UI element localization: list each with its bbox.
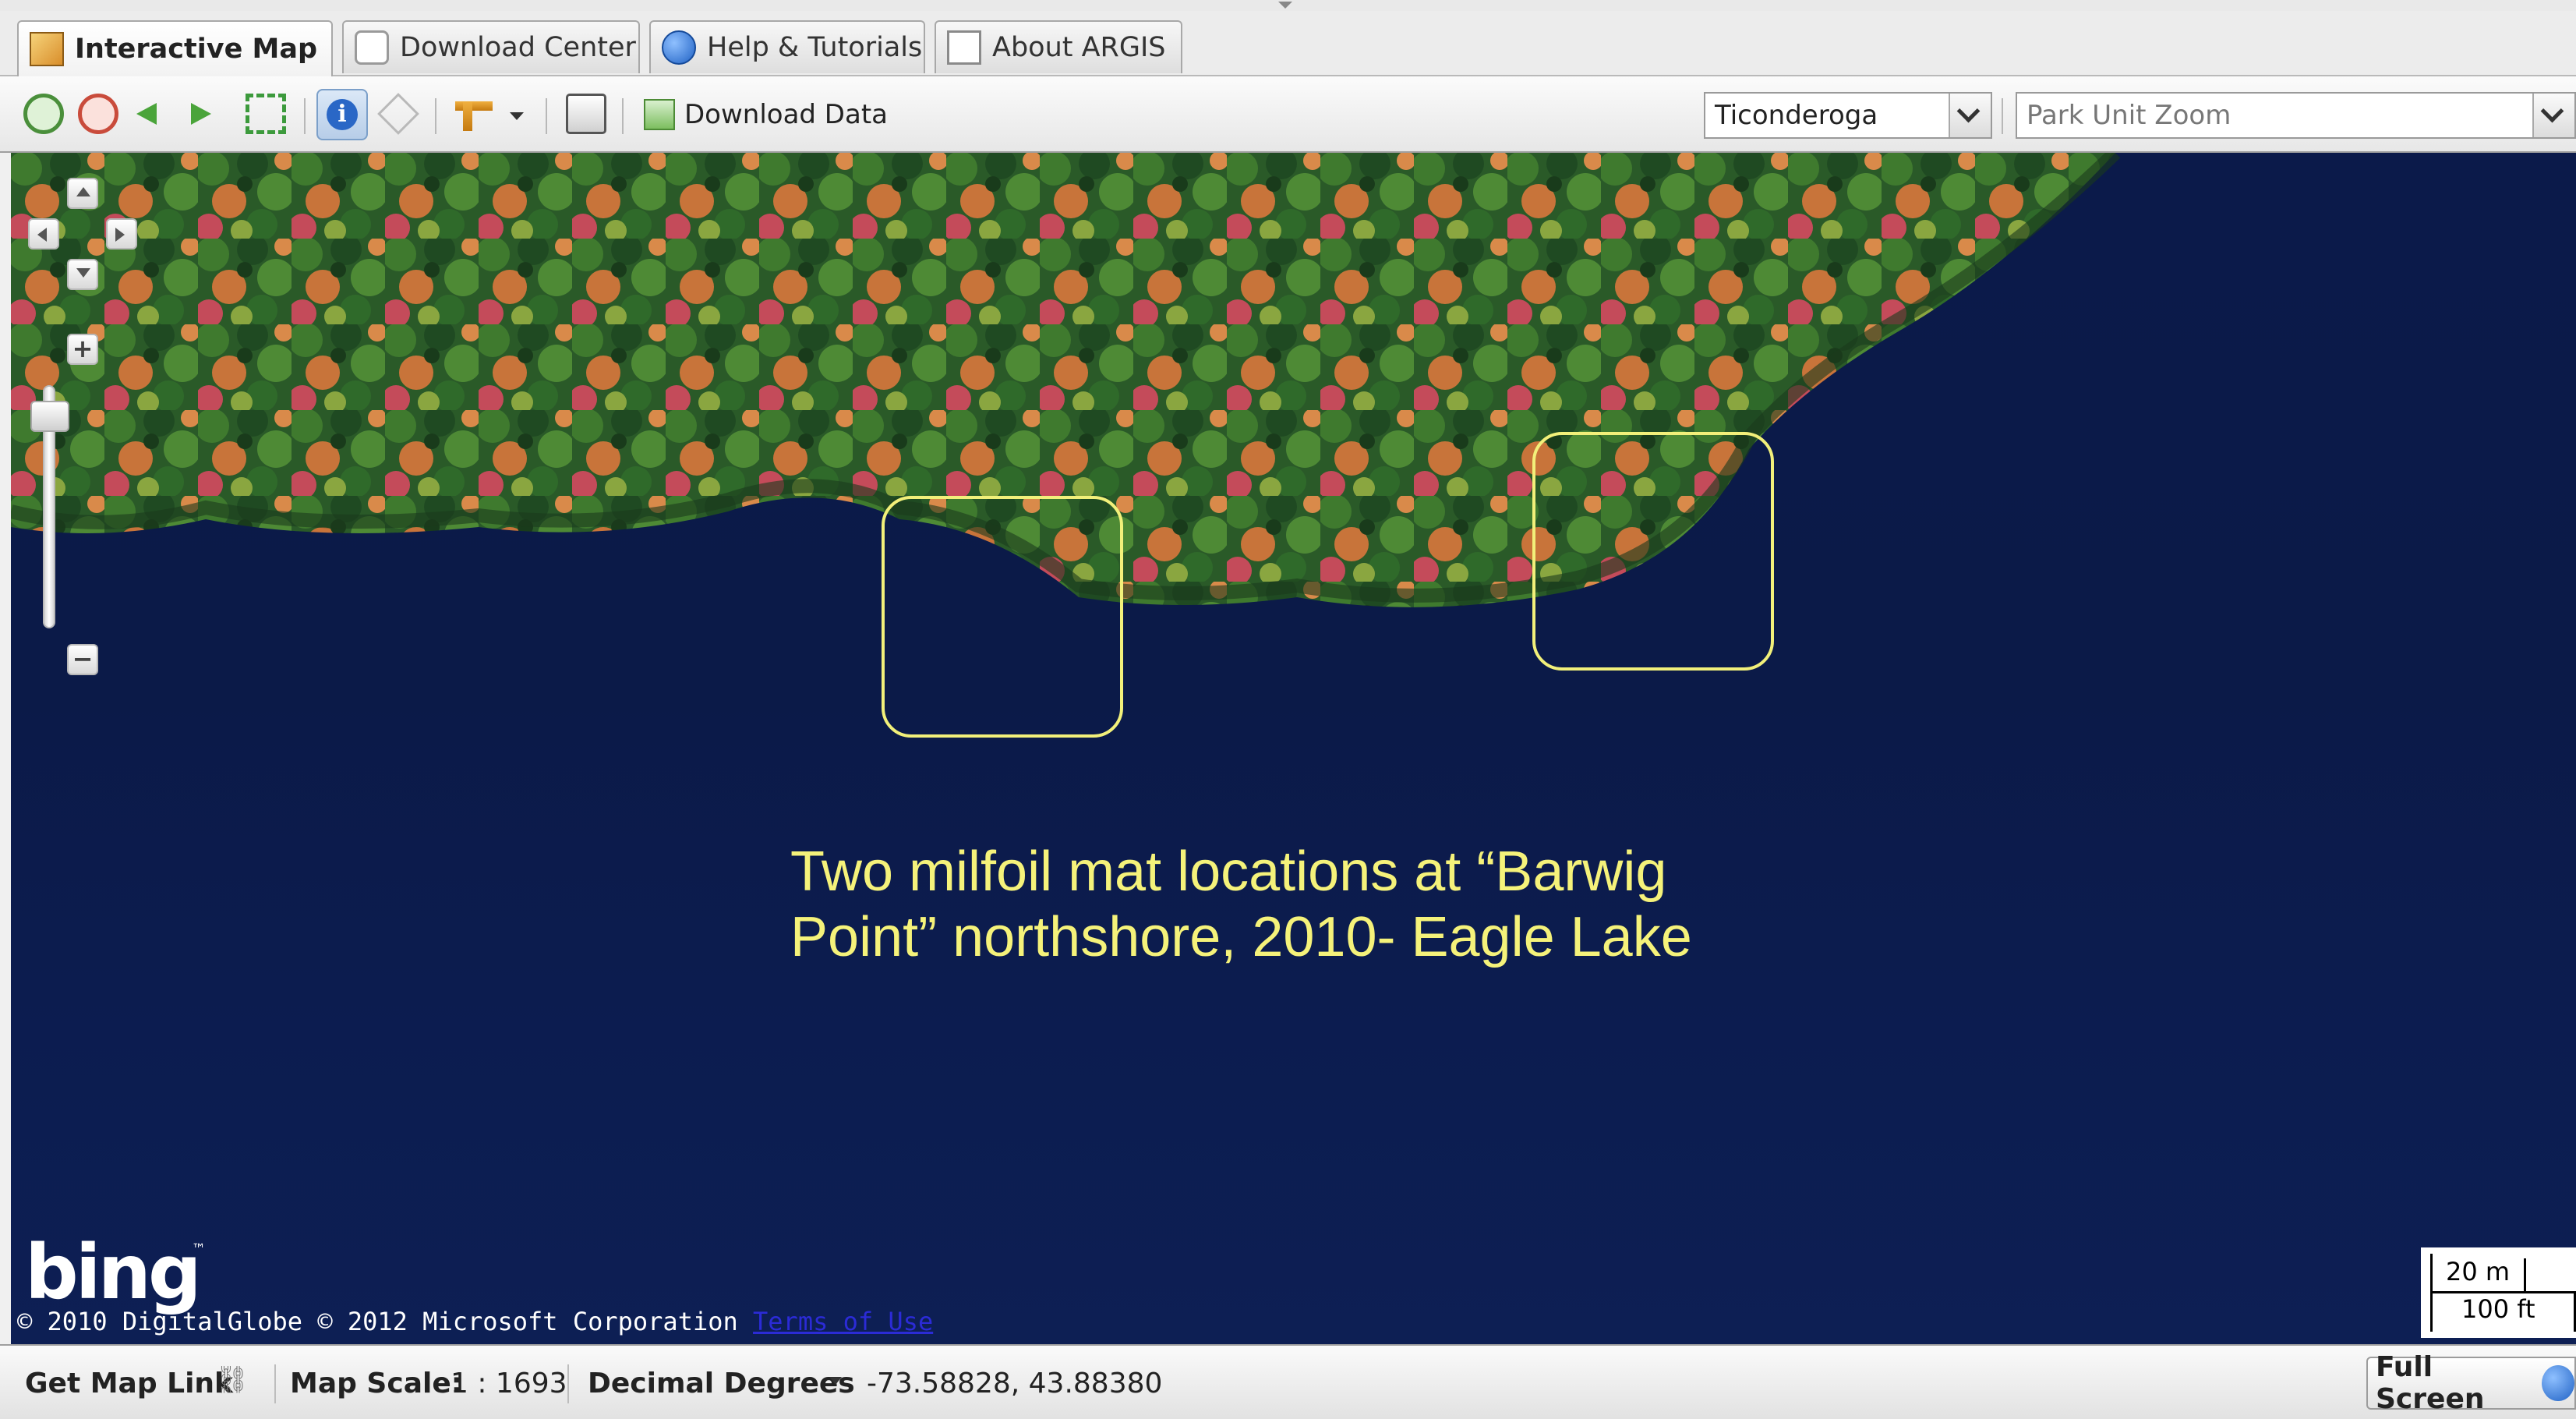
park-unit-zoom-placeholder: Park Unit Zoom [2027,100,2231,131]
town-select-value: Ticonderoga [1715,100,1878,131]
chevron-down-icon[interactable] [2532,94,2574,137]
tab-label: Interactive Map [75,34,318,65]
cursor-coordinates: -73.58828, 43.88380 [867,1368,1163,1400]
tab-label: Help & Tutorials [707,32,923,63]
measure-icon[interactable] [455,101,493,111]
measure-icon-stem [463,101,472,131]
scale-bar: 20 m 100 ft [2421,1247,2576,1338]
milfoil-mat-highlight-1 [882,496,1123,738]
status-bar: Get Map Link ⛓ Map Scale: 1 : 1693 Decim… [0,1344,2576,1419]
map-scale-label: Map Scale: [290,1368,463,1400]
map-toolbar: i Download Data Ticonderoga Park Unit Zo… [0,76,2576,153]
map-scale-value: 1 : 1693 [451,1368,567,1400]
full-screen-label: Full Screen [2376,1351,2485,1415]
scale-metric: 20 m [2446,1257,2511,1286]
pan-up-button[interactable] [67,178,98,209]
toolbar-separator [2002,98,2003,134]
map-icon [30,32,64,66]
bing-trademark: ™ [192,1241,206,1258]
toolbar-separator [304,98,306,134]
tab-interactive-map[interactable]: Interactive Map [17,20,333,76]
download-data-label: Download Data [684,99,888,130]
tab-bar: Interactive Map Download Center Help & T… [0,11,2576,76]
collapse-handle-icon[interactable] [1278,2,1292,9]
coordinate-format-dropdown[interactable]: Decimal Degrees [588,1368,855,1400]
tab-help-tutorials[interactable]: Help & Tutorials [649,20,925,73]
pan-down-button[interactable] [67,259,98,290]
zoom-slider-thumb[interactable] [30,401,69,432]
get-map-link-button[interactable]: Get Map Link [25,1368,233,1400]
forest-shoreline-imagery [11,153,2121,607]
zoom-out-icon[interactable] [78,94,118,134]
zoom-out-button[interactable]: − [67,644,98,675]
toolbar-separator [546,98,547,134]
measure-dropdown-icon[interactable] [510,112,524,120]
toolbar-separator [622,98,624,134]
download-data-button[interactable]: Download Data [644,95,888,134]
full-screen-button[interactable]: Full Screen [2366,1351,2576,1415]
toolbar-separator [435,98,436,134]
map-view[interactable]: + − Two milfoil mat locations at “Barwig… [11,153,2576,1344]
full-extent-icon[interactable] [246,94,286,134]
info-icon: i [327,99,358,130]
pan-left-button[interactable] [28,218,59,249]
tab-about-argis[interactable]: About ARGIS [935,20,1182,73]
milfoil-mat-highlight-2 [1532,432,1774,671]
download-data-icon [644,99,675,130]
link-icon[interactable]: ⛓ [215,1364,249,1396]
map-annotation-text: Two milfoil mat locations at “Barwig Poi… [790,840,1692,968]
tab-download-center[interactable]: Download Center [342,20,640,73]
status-separator [567,1364,569,1403]
scale-imperial: 100 ft [2461,1294,2535,1324]
document-icon [947,30,981,65]
status-separator [274,1364,276,1403]
map-copyright: © 2010 DigitalGlobe © 2012 Microsoft Cor… [17,1307,933,1336]
scale-line [2430,1291,2574,1293]
scale-tick [2524,1258,2526,1293]
tab-label: About ARGIS [992,32,1166,63]
eraser-icon[interactable] [377,93,419,135]
help-icon [662,30,696,65]
zoom-in-button[interactable]: + [67,334,98,365]
zoom-in-icon[interactable] [23,94,64,134]
identify-button[interactable]: i [316,89,368,140]
print-icon[interactable] [566,94,606,134]
forward-arrow-icon[interactable] [191,103,211,125]
download-center-icon [355,30,389,65]
park-unit-zoom-select[interactable]: Park Unit Zoom [2016,92,2576,139]
copyright-text: © 2010 DigitalGlobe © 2012 Microsoft Cor… [17,1307,738,1336]
terms-of-use-link[interactable]: Terms of Use [753,1307,933,1336]
town-select[interactable]: Ticonderoga [1704,92,1992,139]
coord-format-chevron-icon[interactable] [829,1377,842,1385]
pan-right-button[interactable] [106,218,137,249]
bing-logo: bing [25,1229,202,1316]
chevron-down-icon[interactable] [1949,94,1991,137]
back-arrow-icon[interactable] [136,103,157,125]
tab-label: Download Center [400,32,636,63]
full-screen-icon [2542,1365,2574,1401]
